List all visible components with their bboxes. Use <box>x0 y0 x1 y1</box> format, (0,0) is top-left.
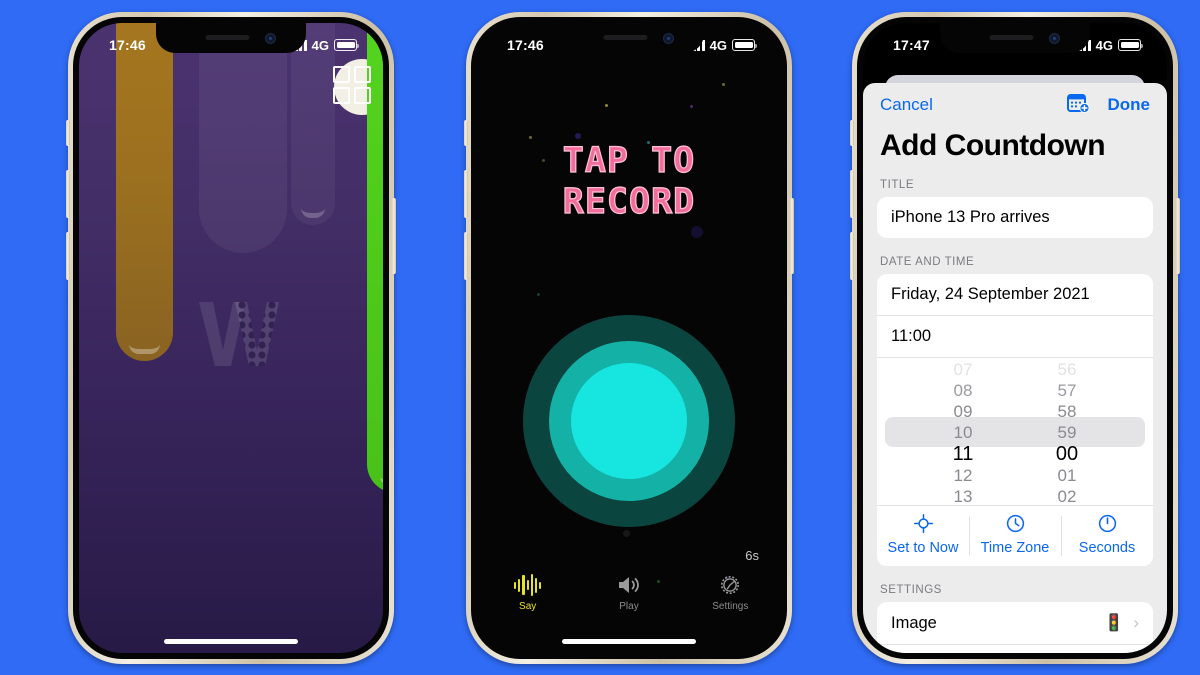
date-field[interactable]: Friday, 24 September 2021 <box>877 274 1153 315</box>
settings-section-label: SETTINGS <box>880 584 942 596</box>
crosshair-icon <box>913 514 933 537</box>
stopwatch-icon <box>1098 514 1117 537</box>
hour-column[interactable]: 07 08 09 10 11 12 13 14 15 <box>935 358 991 505</box>
row-label: Image <box>891 613 937 632</box>
speaker-icon <box>578 573 679 597</box>
face-id-camera-icon <box>663 33 674 44</box>
face-id-camera-icon <box>265 33 276 44</box>
picker-item: 59 <box>1057 423 1077 442</box>
settings-group: Image 🚦 › Units Days Hours Minutes Secon… <box>877 602 1153 653</box>
quick-actions-row: Set to Now Time Zone Seconds <box>877 505 1153 566</box>
quick-action-label: Seconds <box>1078 540 1136 556</box>
purple-bar-1[interactable] <box>199 23 287 253</box>
silent-switch[interactable] <box>850 120 854 146</box>
picker-item: 02 <box>1057 487 1077 505</box>
picker-item: 01 <box>1057 466 1077 485</box>
title-input[interactable]: iPhone 13 Pro arrives <box>877 197 1153 238</box>
volume-up-button[interactable] <box>66 170 70 218</box>
face-id-camera-icon <box>1049 33 1060 44</box>
done-button[interactable]: Done <box>1108 95 1151 115</box>
title-section-label: TITLE <box>880 179 915 191</box>
picker-item: 10 <box>953 423 973 442</box>
sheet-navigation-bar: Cancel Done <box>863 83 1167 127</box>
picker-item: 56 <box>1057 360 1077 379</box>
datetime-group: Friday, 24 September 2021 11:00 07 08 09… <box>877 274 1153 566</box>
quick-action-label: Time Zone <box>980 540 1050 556</box>
recording-duration: 6s <box>745 548 759 563</box>
screenshot-canvas: 17:46 4G TAP TO RECORD 6s Say Play Setti… <box>0 0 1200 675</box>
silent-switch[interactable] <box>66 120 70 146</box>
power-button[interactable] <box>392 198 396 274</box>
tab-bar: Say Play Settings <box>477 573 781 629</box>
picker-item: 08 <box>953 381 973 400</box>
title-group: iPhone 13 Pro arrives <box>877 197 1153 238</box>
clock-icon <box>1006 514 1025 537</box>
grid-four-squares-icon[interactable] <box>333 66 371 104</box>
cancel-button[interactable]: Cancel <box>880 95 933 115</box>
minute-column[interactable]: 56 57 58 59 00 01 02 03 04 <box>1039 358 1095 505</box>
phone-2-screen: TAP TO RECORD 6s Say Play Settings 17:46… <box>477 23 781 653</box>
record-ring-inner <box>571 363 687 479</box>
settings-row-image[interactable]: Image 🚦 › <box>877 602 1153 644</box>
time-field[interactable]: 11:00 <box>877 315 1153 357</box>
time-picker-wheel[interactable]: 07 08 09 10 11 12 13 14 15 <box>877 357 1153 505</box>
earpiece-speaker <box>989 35 1034 40</box>
seconds-button[interactable]: Seconds <box>1061 506 1153 566</box>
phone-1-screen: 17:46 4G <box>79 23 383 653</box>
silent-switch[interactable] <box>464 120 468 146</box>
volume-up-button[interactable] <box>464 170 468 218</box>
picker-item: 57 <box>1057 381 1077 400</box>
tab-settings[interactable]: Settings <box>680 573 781 612</box>
chevron-right-icon: › <box>1133 613 1139 632</box>
power-button[interactable] <box>1176 198 1180 274</box>
notch <box>554 23 704 53</box>
tab-label: Settings <box>712 601 749 612</box>
power-button[interactable] <box>790 198 794 274</box>
tab-play[interactable]: Play <box>578 573 679 612</box>
purple-bar-2[interactable] <box>291 23 335 225</box>
record-ring-middle <box>549 341 709 501</box>
picker-item-selected: 00 <box>1055 443 1079 465</box>
picker-item: 09 <box>953 402 973 421</box>
tab-say[interactable]: Say <box>477 573 578 612</box>
volume-down-button[interactable] <box>66 232 70 280</box>
picker-item: 58 <box>1057 402 1077 421</box>
home-indicator[interactable] <box>562 639 696 644</box>
traffic-light-emoji-icon: 🚦 <box>1103 613 1125 632</box>
volume-up-button[interactable] <box>850 170 854 218</box>
picker-item: 13 <box>953 487 973 505</box>
tab-label: Play <box>619 601 639 612</box>
tab-label: Say <box>519 601 537 612</box>
settings-row-units[interactable]: Units Days Hours Minutes Seconds › <box>877 644 1153 653</box>
record-circle-button[interactable] <box>523 315 735 527</box>
headline-line-1: TAP TO <box>562 140 696 181</box>
notch <box>940 23 1090 53</box>
volume-down-button[interactable] <box>850 232 854 280</box>
volume-down-button[interactable] <box>464 232 468 280</box>
gold-bar[interactable] <box>116 23 173 361</box>
calendar-add-icon[interactable] <box>1066 92 1090 119</box>
phone-1: 17:46 4G <box>66 12 396 664</box>
earpiece-speaker <box>205 35 250 40</box>
phone-3: Cancel Done Add Countdown TITLE iPhone 1… <box>850 12 1180 664</box>
picker-item-selected: 11 <box>952 443 974 465</box>
earpiece-speaker <box>603 35 648 40</box>
quick-action-label: Set to Now <box>887 540 959 556</box>
time-zone-button[interactable]: Time Zone <box>969 506 1061 566</box>
picker-item: 07 <box>953 360 973 379</box>
phone-2: TAP TO RECORD 6s Say Play Settings 17:46… <box>464 12 794 664</box>
app-logo-w <box>197 300 281 368</box>
headline-line-2: RECORD <box>562 182 696 223</box>
add-countdown-sheet: Cancel Done Add Countdown TITLE iPhone 1… <box>863 83 1167 653</box>
gear-icon <box>680 573 781 597</box>
phone-3-screen: Cancel Done Add Countdown TITLE iPhone 1… <box>863 23 1167 653</box>
set-to-now-button[interactable]: Set to Now <box>877 506 969 566</box>
tap-to-record-headline: TAP TO RECORD <box>477 140 781 224</box>
home-indicator[interactable] <box>164 639 298 644</box>
notch <box>156 23 306 53</box>
page-title: Add Countdown <box>880 129 1106 162</box>
picker-item: 12 <box>953 466 973 485</box>
datetime-section-label: DATE AND TIME <box>880 256 975 268</box>
waveform-icon <box>477 573 578 597</box>
